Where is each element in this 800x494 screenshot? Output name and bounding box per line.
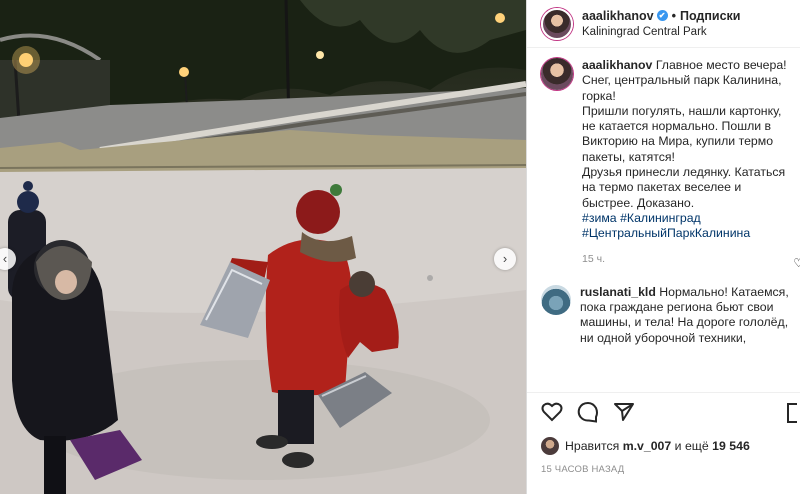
post-timestamp: 15 ЧАСОВ НАЗАД	[541, 464, 625, 475]
following-button[interactable]: Подписки	[680, 8, 741, 24]
location-link[interactable]: Kaliningrad Central Park	[582, 24, 741, 40]
caption-author-avatar[interactable]	[541, 58, 573, 90]
post-photo[interactable]: ‹ ›	[0, 0, 526, 494]
caption-text-3: Друзья принесли ледянку. Кататься на тер…	[582, 165, 786, 210]
caption-comment: aaalikhanov Главное место вечера! Снег, …	[541, 58, 800, 267]
comment-icon[interactable]	[577, 401, 599, 428]
park-scene-illustration	[0, 0, 526, 494]
lamp-light-3	[316, 51, 324, 59]
comment-like-heart-icon[interactable]: ♡	[793, 256, 800, 270]
likes-row: Нравится m.v_007 и ещё 19 546	[541, 437, 787, 455]
hashtag-link[interactable]: #зима	[582, 211, 617, 225]
heart-icon[interactable]	[541, 402, 563, 427]
comments-area: aaalikhanov Главное место вечера! Снег, …	[541, 58, 800, 346]
actions-bar: Нравится m.v_007 и ещё 19 546 15 ЧАСОВ Н…	[527, 392, 800, 494]
hashtag-link[interactable]: #Калининград	[620, 211, 701, 225]
post-header: aaalikhanov ✔ • Подписки Kaliningrad Cen…	[527, 0, 800, 48]
user-comment: ruslanati_kld Нормально! Катаемся, пока …	[541, 284, 800, 346]
share-icon[interactable]	[613, 402, 635, 427]
next-photo-arrow[interactable]: ›	[494, 248, 516, 270]
verified-badge-icon: ✔	[656, 10, 668, 21]
author-avatar[interactable]	[541, 7, 573, 40]
caption-time: 15 ч.	[582, 252, 605, 265]
caption-username[interactable]: aaalikhanov	[582, 58, 652, 72]
lamp-light-2	[179, 67, 189, 77]
liker-avatar[interactable]	[541, 437, 559, 455]
commenter-avatar[interactable]	[541, 284, 571, 315]
likes-conj: и ещё	[674, 439, 709, 453]
hashtag-link[interactable]: #ЦентральныйПаркКалинина	[582, 226, 750, 240]
caption-text-2: Пришли погулять, нашли картонку, не ката…	[582, 103, 782, 164]
likes-count[interactable]: 19 546	[712, 439, 750, 453]
likes-prefix: Нравится	[565, 439, 620, 453]
liker-username[interactable]: m.v_007	[623, 439, 672, 453]
post-sidebar: aaalikhanov ✔ • Подписки Kaliningrad Cen…	[526, 0, 800, 494]
lamp-light-4	[495, 13, 505, 23]
commenter-username[interactable]: ruslanati_kld	[580, 285, 656, 299]
author-username[interactable]: aaalikhanov	[582, 8, 654, 24]
header-separator: •	[671, 8, 676, 23]
child-red-jacket	[265, 239, 352, 396]
bookmark-icon[interactable]	[787, 403, 797, 423]
